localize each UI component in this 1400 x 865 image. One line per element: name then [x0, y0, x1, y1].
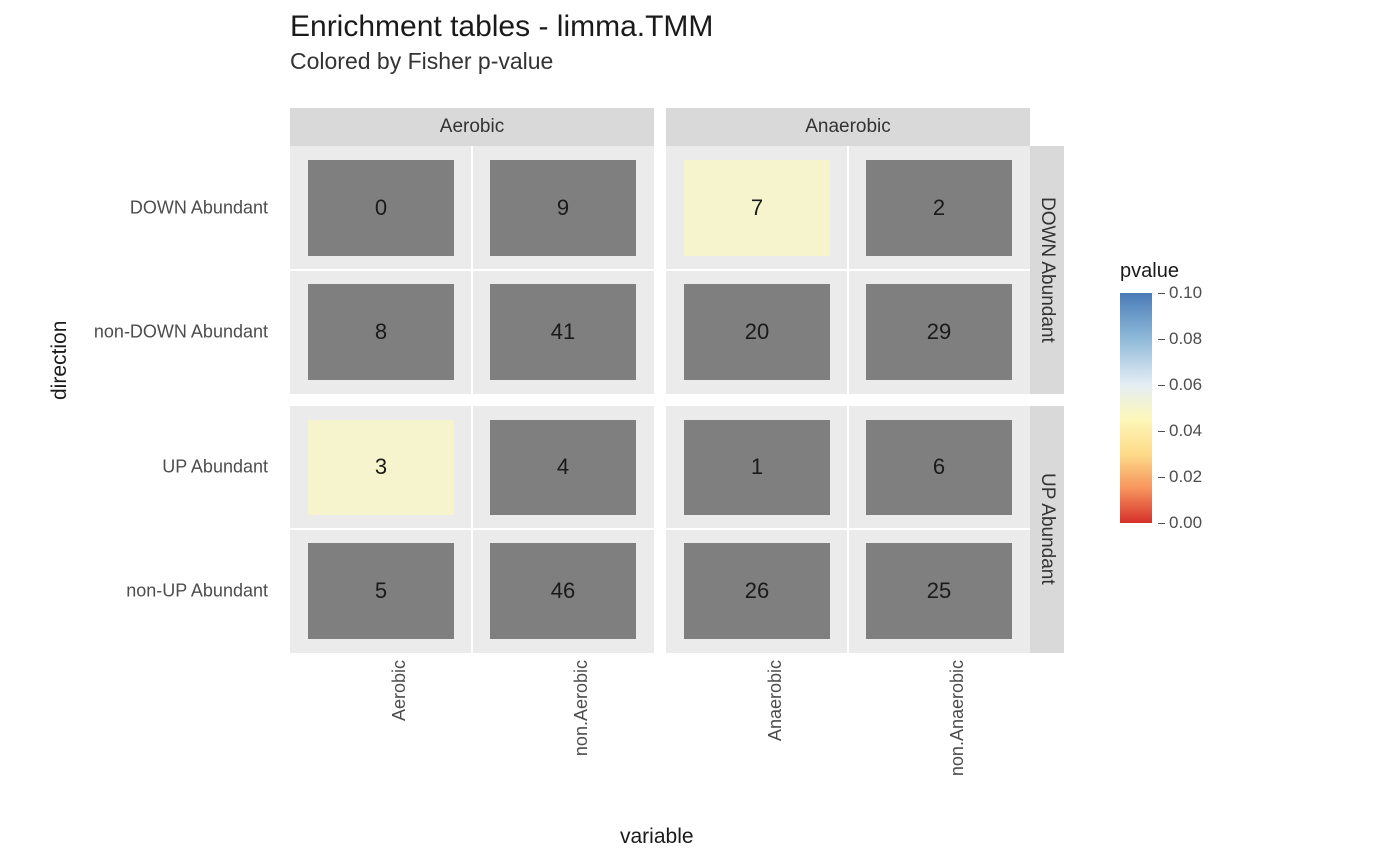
- heatmap-cell: 3: [308, 420, 454, 516]
- legend-tick: 0.02: [1158, 467, 1202, 487]
- heatmap-cell: 9: [490, 160, 636, 256]
- legend-title: pvalue: [1120, 260, 1320, 283]
- x-tick-label: Anaerobic: [765, 660, 786, 741]
- facet-panel: 72 20 29: [666, 146, 1030, 394]
- y-tick-label: non-UP Abundant: [126, 581, 268, 602]
- x-tick-label: non.Aerobic: [571, 660, 592, 756]
- facet-panel: 16 26 25: [666, 406, 1030, 654]
- facet-col-strip: Aerobic: [290, 108, 654, 146]
- legend-tick: 0.00: [1158, 513, 1202, 533]
- legend-tick: 0.10: [1158, 283, 1202, 303]
- x-axis-ticks: Aerobic non.Aerobic Anaerobic non.Anaerobic: [290, 660, 1030, 820]
- heatmap-cell: 5: [308, 543, 454, 639]
- facet-row-strip: UP Abundant: [1030, 406, 1064, 654]
- legend-tick: 0.04: [1158, 421, 1202, 441]
- x-axis-label: variable: [620, 825, 694, 849]
- heatmap-cell: 8: [308, 284, 454, 380]
- facet-panel: 345 46: [290, 406, 654, 654]
- legend-ticks: 0.100.080.060.040.020.00: [1158, 293, 1218, 523]
- heatmap-cell: 26: [684, 543, 830, 639]
- color-legend: pvalue 0.100.080.060.040.020.00: [1120, 260, 1320, 523]
- facet-grid: AerobicAnaerobicDOWN AbundantUP Abundant…: [290, 108, 1030, 653]
- y-tick-label: non-DOWN Abundant: [94, 321, 268, 342]
- facet-panel: 098 41: [290, 146, 654, 394]
- heatmap-cell: 20: [684, 284, 830, 380]
- x-tick-label: Aerobic: [389, 660, 410, 721]
- heatmap-cell: 6: [866, 420, 1012, 516]
- heatmap-cell: 4: [490, 420, 636, 516]
- legend-tick: 0.08: [1158, 329, 1202, 349]
- chart-title: Enrichment tables - limma.TMM: [290, 10, 713, 44]
- y-tick-label: UP Abundant: [162, 457, 268, 478]
- y-axis-ticks: DOWN Abundant non-DOWN Abundant UP Abundan…: [78, 160, 278, 650]
- heatmap-cell: 7: [684, 160, 830, 256]
- y-axis-label: direction: [48, 321, 72, 400]
- y-tick-label: DOWN Abundant: [130, 197, 268, 218]
- facet-col-strip: Anaerobic: [666, 108, 1030, 146]
- facet-row-strip: DOWN Abundant: [1030, 146, 1064, 394]
- heatmap-cell: 46: [490, 543, 636, 639]
- chart-subtitle: Colored by Fisher p-value: [290, 48, 713, 75]
- heatmap-cell: 0: [308, 160, 454, 256]
- legend-colorbar: [1120, 293, 1152, 523]
- heatmap-cell: 29: [866, 284, 1012, 380]
- x-tick-label: non.Anaerobic: [947, 660, 968, 776]
- heatmap-cell: 25: [866, 543, 1012, 639]
- heatmap-cell: 2: [866, 160, 1012, 256]
- heatmap-cell: 41: [490, 284, 636, 380]
- legend-tick: 0.06: [1158, 375, 1202, 395]
- heatmap-cell: 1: [684, 420, 830, 516]
